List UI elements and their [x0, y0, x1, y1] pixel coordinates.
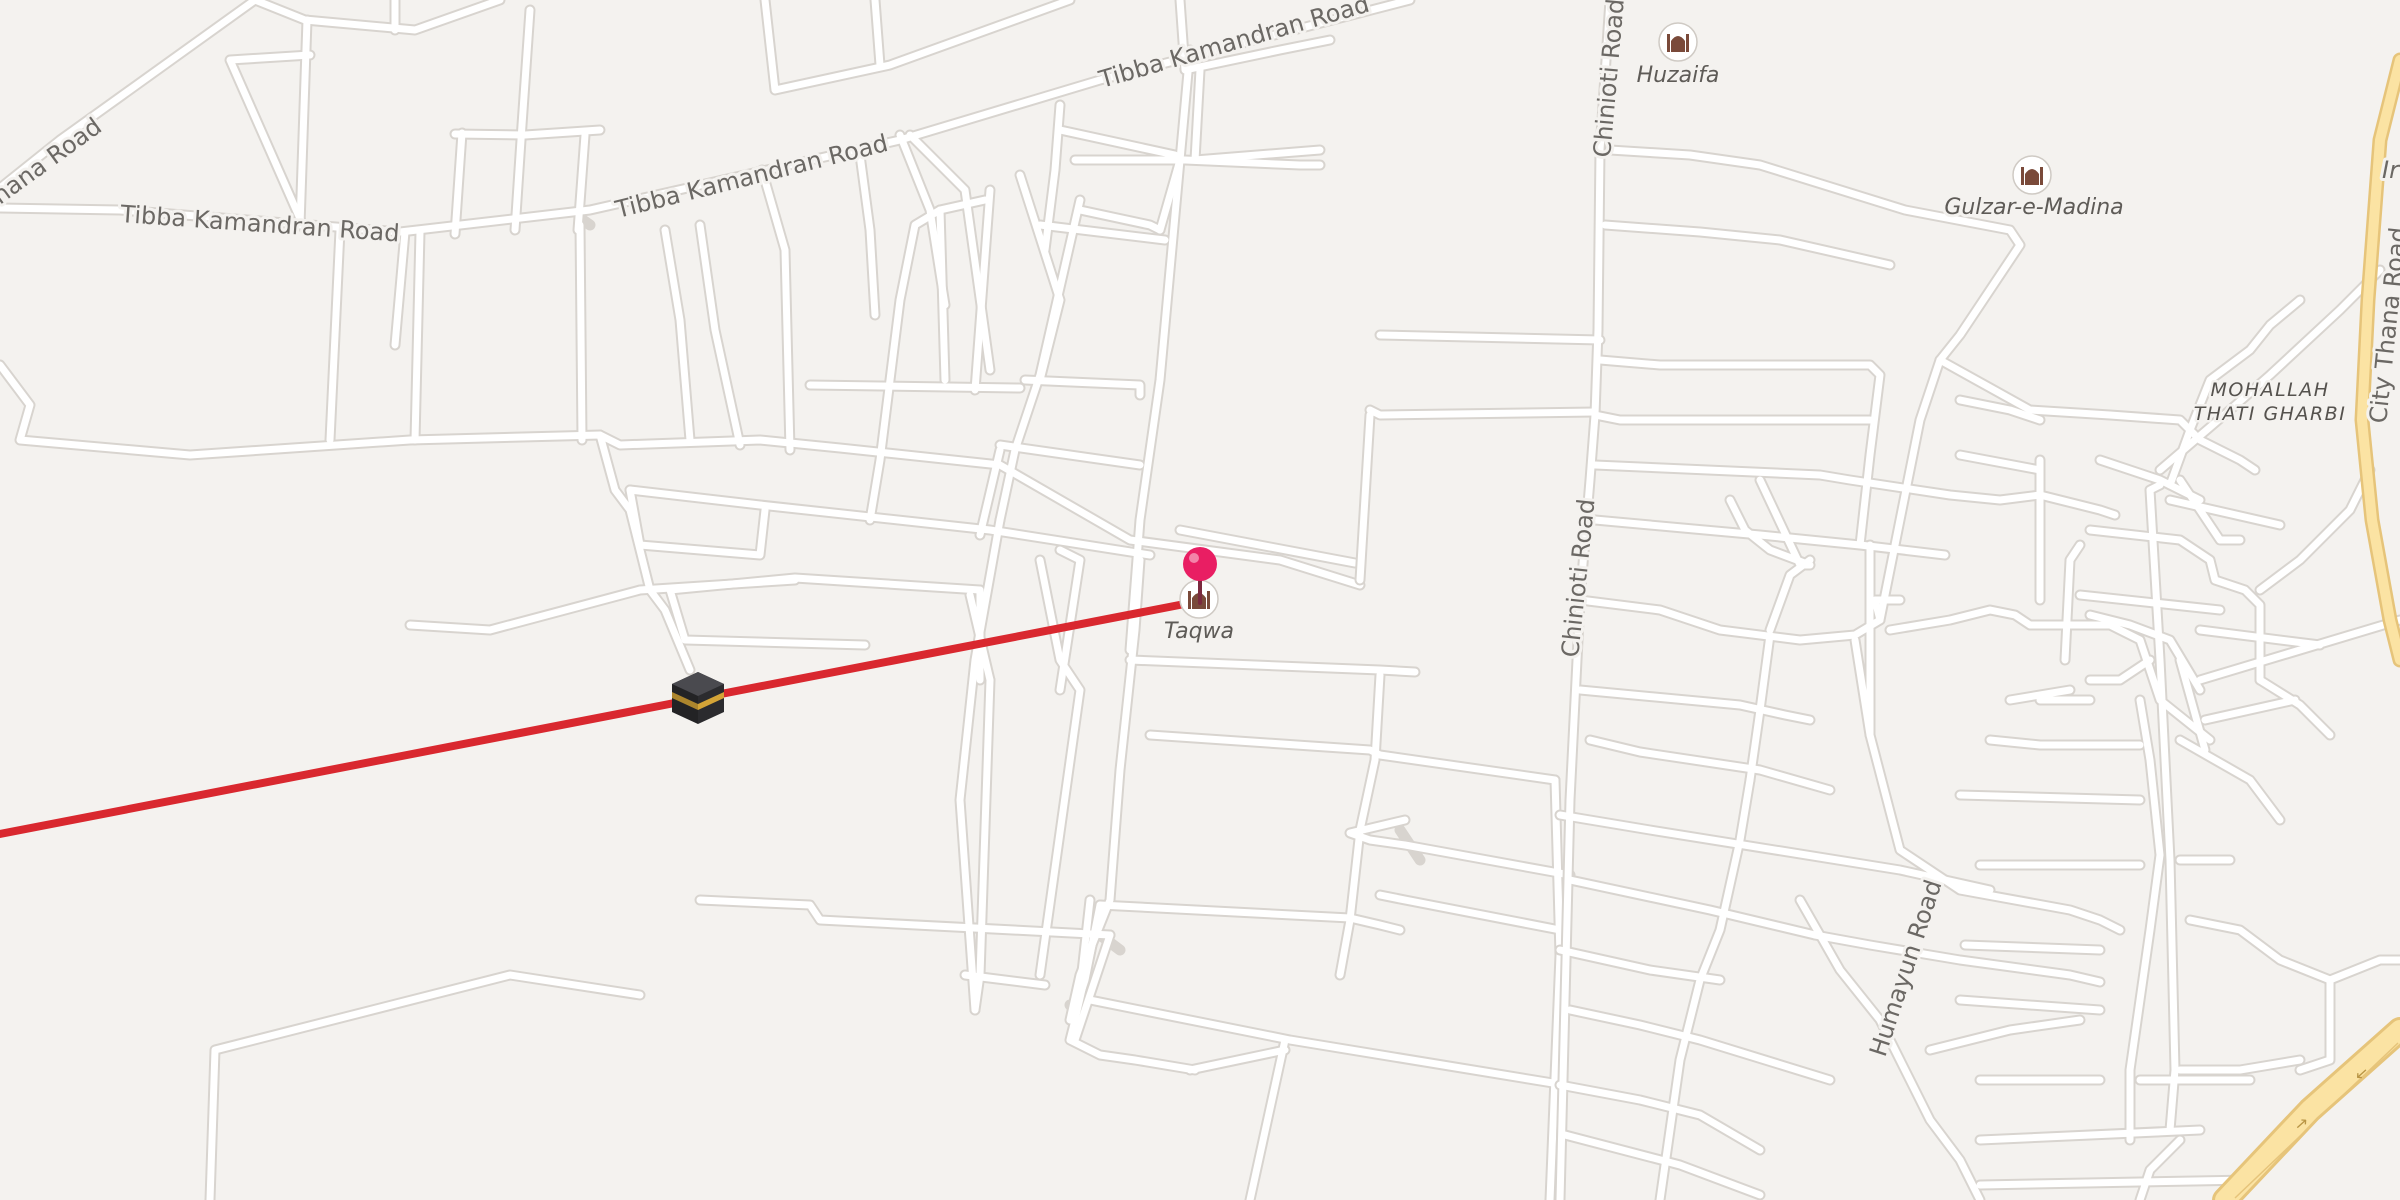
area-label-mohallah-line2: THATI GHARBI — [2194, 403, 2347, 425]
poi-huzaifa[interactable]: Huzaifa — [1634, 22, 1722, 91]
poi-label-gulzar-e-madina: Gulzar-e-Madina — [1944, 195, 2123, 220]
road-label-humayun: Humayun Road — [1864, 876, 1947, 1059]
road-label-chinioti-south: Chinioti Road — [1556, 497, 1600, 658]
map-view[interactable]: → ← hana Road Tibba Kamandran Road Tibba… — [0, 0, 2400, 1200]
poi-label-huzaifa: Huzaifa — [1637, 63, 1720, 88]
mosque-icon — [2012, 155, 2052, 195]
kaaba-icon[interactable] — [672, 672, 724, 724]
road-label-tibba-kamandran-2: Tibba Kamandran Road — [612, 129, 891, 224]
map-canvas[interactable]: → ← hana Road Tibba Kamandran Road Tibba… — [0, 0, 2400, 1200]
qibla-direction-line — [0, 597, 1204, 838]
road-label-tibba-kamandran-1: Tibba Kamandran Road — [119, 200, 401, 248]
poi-label-taqwa: Taqwa — [1164, 619, 1234, 644]
road-label-tibba-kamandran-3: Tibba Kamandran Road — [1095, 0, 1372, 94]
road-label-chinioti-north: Chinioti Road — [1588, 0, 1630, 159]
road-label-thana-nw: hana Road — [0, 112, 107, 210]
area-label-mohallah-line1: MOHALLAH — [2210, 379, 2329, 401]
mosque-icon — [1658, 22, 1698, 62]
poi-gulzar-e-madina[interactable]: Gulzar-e-Madina — [1941, 155, 2127, 223]
road-label-edge: Ir — [2382, 156, 2400, 184]
